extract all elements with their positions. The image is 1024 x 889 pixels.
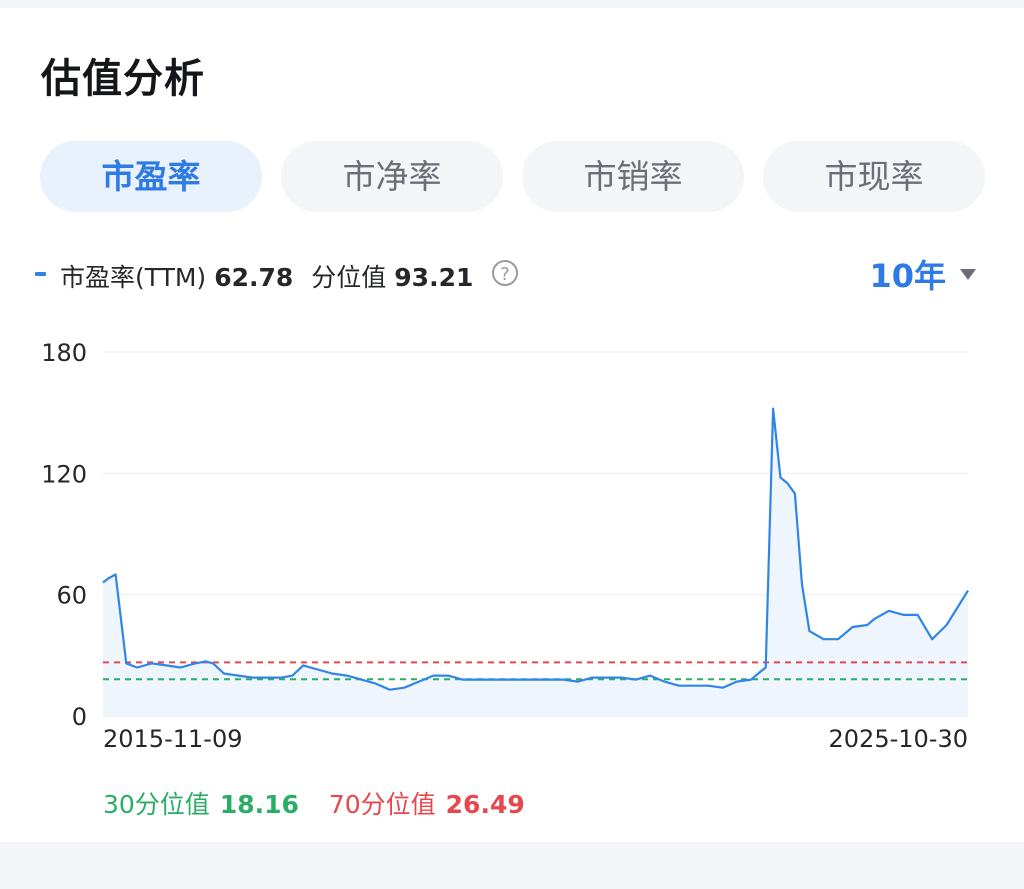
y-tick-label: 180 [41,339,87,367]
y-tick-label: 120 [41,460,87,488]
series-area [103,408,968,716]
x-start-label: 2015-11-09 [103,725,242,753]
y-tick-label: 0 [72,703,87,731]
x-end-label: 2025-10-30 [829,725,968,753]
y-tick-label: 60 [56,582,87,610]
pe-chart: 0 60 120 180 2015-11-09 2025-10-30 [41,339,969,753]
